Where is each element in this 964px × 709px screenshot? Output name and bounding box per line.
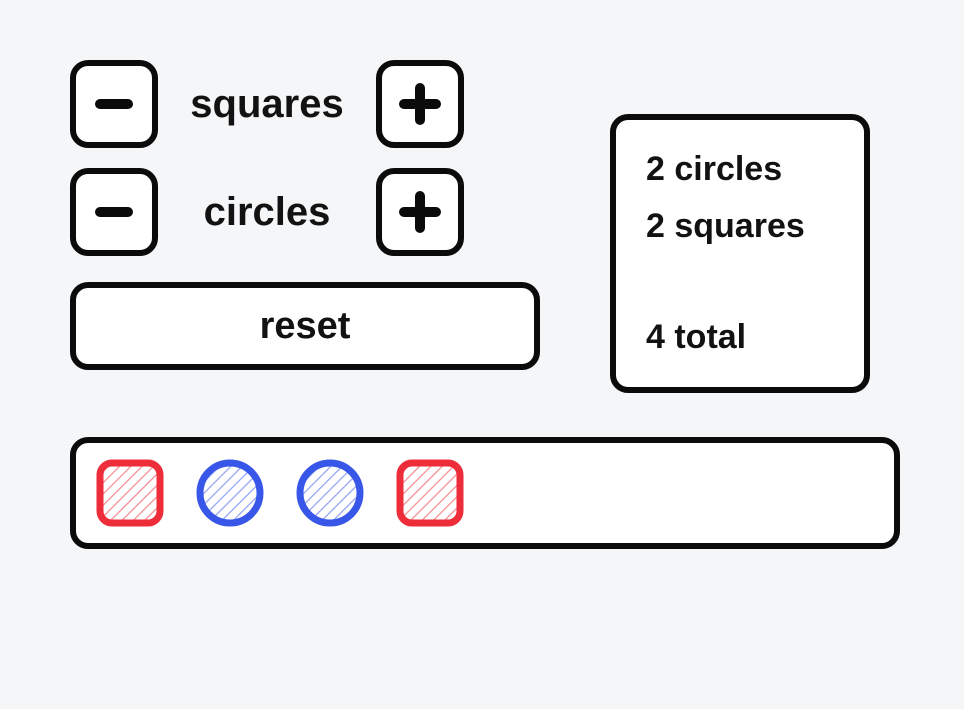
- circles-label: circles: [182, 190, 352, 235]
- squares-plus-button[interactable]: [376, 60, 464, 148]
- reset-label: reset: [260, 305, 351, 348]
- shapes-bar: [70, 437, 900, 549]
- summary-panel: 2 circles 2 squares 4 total: [610, 114, 870, 393]
- squares-label: squares: [182, 82, 352, 127]
- squares-stepper: squares: [70, 60, 540, 148]
- summary-total: 4 total: [646, 318, 834, 357]
- squares-minus-button[interactable]: [70, 60, 158, 148]
- summary-squares: 2 squares: [646, 207, 834, 246]
- summary-circles: 2 circles: [646, 150, 834, 189]
- circle-shape: [294, 457, 366, 529]
- reset-button[interactable]: reset: [70, 282, 540, 370]
- circle-shape: [194, 457, 266, 529]
- circles-stepper: circles: [70, 168, 540, 256]
- controls-column: squares circles: [70, 60, 540, 370]
- minus-icon: [94, 84, 134, 124]
- plus-icon: [398, 190, 442, 234]
- circles-minus-button[interactable]: [70, 168, 158, 256]
- square-shape: [94, 457, 166, 529]
- square-shape: [394, 457, 466, 529]
- plus-icon: [398, 82, 442, 126]
- minus-icon: [94, 192, 134, 232]
- circles-plus-button[interactable]: [376, 168, 464, 256]
